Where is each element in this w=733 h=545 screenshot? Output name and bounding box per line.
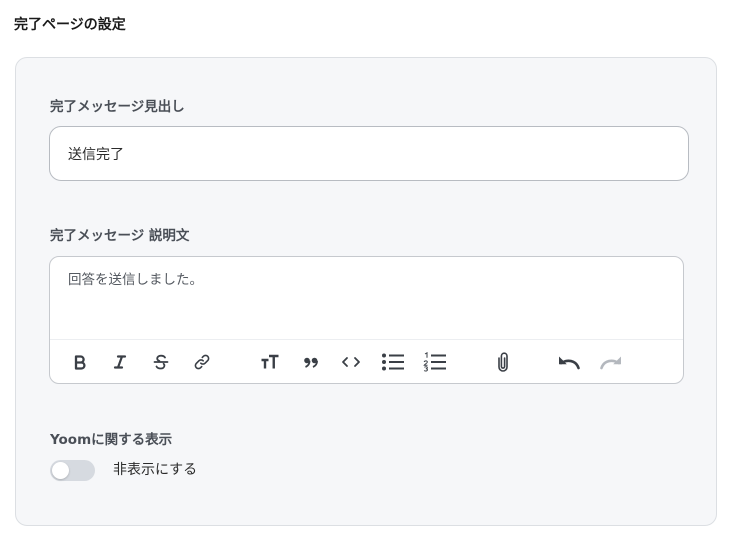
attach-button[interactable] (489, 348, 517, 376)
redo-button[interactable] (597, 348, 625, 376)
quote-icon (303, 355, 319, 369)
heading-input-value: 送信完了 (68, 146, 124, 163)
strikethrough-button[interactable] (147, 348, 175, 376)
bullet-list-icon (381, 352, 405, 372)
description-field-label: 完了メッセージ 説明文 (50, 228, 190, 244)
hide-yoom-toggle-label[interactable]: 非表示にする (113, 460, 197, 481)
heading-button[interactable] (256, 348, 284, 376)
hide-yoom-toggle[interactable] (50, 460, 95, 481)
code-icon (341, 355, 361, 369)
ordered-list-button[interactable] (421, 348, 449, 376)
heading-input[interactable]: 送信完了 (49, 126, 689, 181)
link-icon (193, 353, 211, 371)
section-title: 完了ページの設定 (14, 17, 126, 33)
bold-button[interactable] (66, 348, 94, 376)
completion-settings-card: 完了メッセージ見出し 送信完了 完了メッセージ 説明文 回答を送信しました。 Y… (15, 57, 717, 526)
editor-toolbar (50, 340, 683, 384)
redo-icon (599, 354, 623, 370)
strikethrough-icon (152, 353, 170, 371)
undo-button[interactable] (555, 348, 583, 376)
bullet-list-button[interactable] (379, 348, 407, 376)
text-size-icon (260, 354, 280, 370)
yoom-display-label: Yoomに関する表示 (50, 432, 173, 448)
ordered-list-icon (423, 352, 447, 372)
italic-button[interactable] (106, 348, 134, 376)
heading-field-label: 完了メッセージ見出し (50, 99, 185, 115)
italic-icon (112, 354, 128, 370)
toggle-knob (52, 462, 69, 479)
link-button[interactable] (188, 348, 216, 376)
paperclip-icon (496, 351, 510, 373)
blockquote-button[interactable] (297, 348, 325, 376)
bold-icon (72, 354, 88, 370)
undo-icon (557, 354, 581, 370)
description-editor-text[interactable]: 回答を送信しました。 (68, 268, 203, 288)
code-button[interactable] (337, 348, 365, 376)
description-editor[interactable]: 回答を送信しました。 (49, 256, 684, 384)
